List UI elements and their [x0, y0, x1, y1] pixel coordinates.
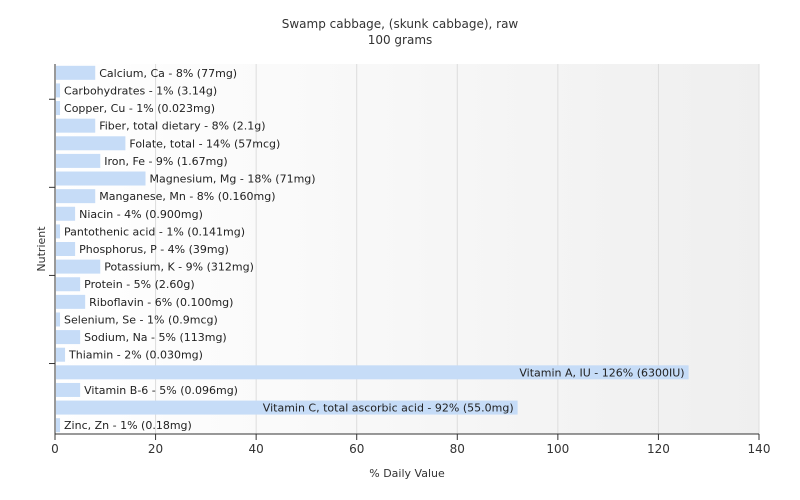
bar	[56, 189, 96, 204]
bar-label: Niacin - 4% (0.900mg)	[79, 208, 203, 221]
x-tick-label: 40	[249, 442, 264, 456]
bar-label: Vitamin C, total ascorbic acid - 92% (55…	[263, 402, 514, 415]
bar	[56, 312, 61, 327]
x-tick-label: 20	[148, 442, 163, 456]
bar-label: Thiamin - 2% (0.030mg)	[68, 349, 203, 362]
bar-label: Folate, total - 14% (57mcg)	[129, 137, 280, 150]
bar-label: Sodium, Na - 5% (113mg)	[84, 331, 227, 344]
bar	[56, 136, 126, 151]
bar-label: Carbohydrates - 1% (3.14g)	[64, 84, 217, 97]
bar	[56, 330, 81, 345]
x-axis-title: % Daily Value	[369, 467, 445, 480]
bar	[56, 153, 101, 168]
bar-label: Zinc, Zn - 1% (0.18mg)	[64, 419, 192, 432]
bar	[56, 83, 61, 98]
bar	[56, 224, 61, 239]
bar	[56, 118, 96, 133]
bar-label: Selenium, Se - 1% (0.9mcg)	[64, 313, 218, 326]
x-tick-label: 60	[349, 442, 364, 456]
bar	[56, 382, 81, 397]
bar-label: Calcium, Ca - 8% (77mg)	[99, 67, 237, 80]
nutrient-bar-chart: Calcium, Ca - 8% (77mg) Carbohydrates - 1…	[35, 17, 771, 480]
bar	[56, 65, 96, 80]
x-tick-label: 120	[647, 442, 670, 456]
bar-label: Phosphorus, P - 4% (39mg)	[79, 243, 229, 256]
bar-label: Manganese, Mn - 8% (0.160mg)	[99, 190, 275, 203]
bar-label: Iron, Fe - 9% (1.67mg)	[104, 155, 227, 168]
x-tick-label: 0	[51, 442, 59, 456]
bar	[56, 259, 101, 274]
x-tick-label: 100	[546, 442, 569, 456]
bar	[56, 294, 86, 309]
bar-label: Fiber, total dietary - 8% (2.1g)	[99, 120, 265, 133]
bar	[56, 242, 76, 256]
bar	[56, 171, 146, 186]
bar-label: Pantothenic acid - 1% (0.141mg)	[64, 225, 245, 238]
chart-subtitle: 100 grams	[368, 33, 433, 47]
bar	[56, 347, 66, 362]
bar	[56, 277, 81, 292]
bar-label: Vitamin B-6 - 5% (0.096mg)	[84, 384, 238, 397]
bar-label: Potassium, K - 9% (312mg)	[104, 261, 254, 274]
bar-label: Riboflavin - 6% (0.100mg)	[89, 296, 233, 309]
bar-label: Magnesium, Mg - 18% (71mg)	[150, 173, 316, 186]
x-tick-label: 140	[748, 442, 771, 456]
bar-label: Copper, Cu - 1% (0.023mg)	[64, 102, 215, 115]
bar	[56, 418, 61, 433]
y-axis-title: Nutrient	[35, 226, 48, 272]
bar	[56, 206, 76, 221]
bar	[56, 101, 61, 116]
bar-label: Protein - 5% (2.60g)	[84, 278, 195, 291]
bar-label: Vitamin A, IU - 126% (6300IU)	[519, 366, 684, 379]
x-tick-label: 80	[450, 442, 465, 456]
chart-title: Swamp cabbage, (skunk cabbage), raw	[282, 17, 519, 31]
